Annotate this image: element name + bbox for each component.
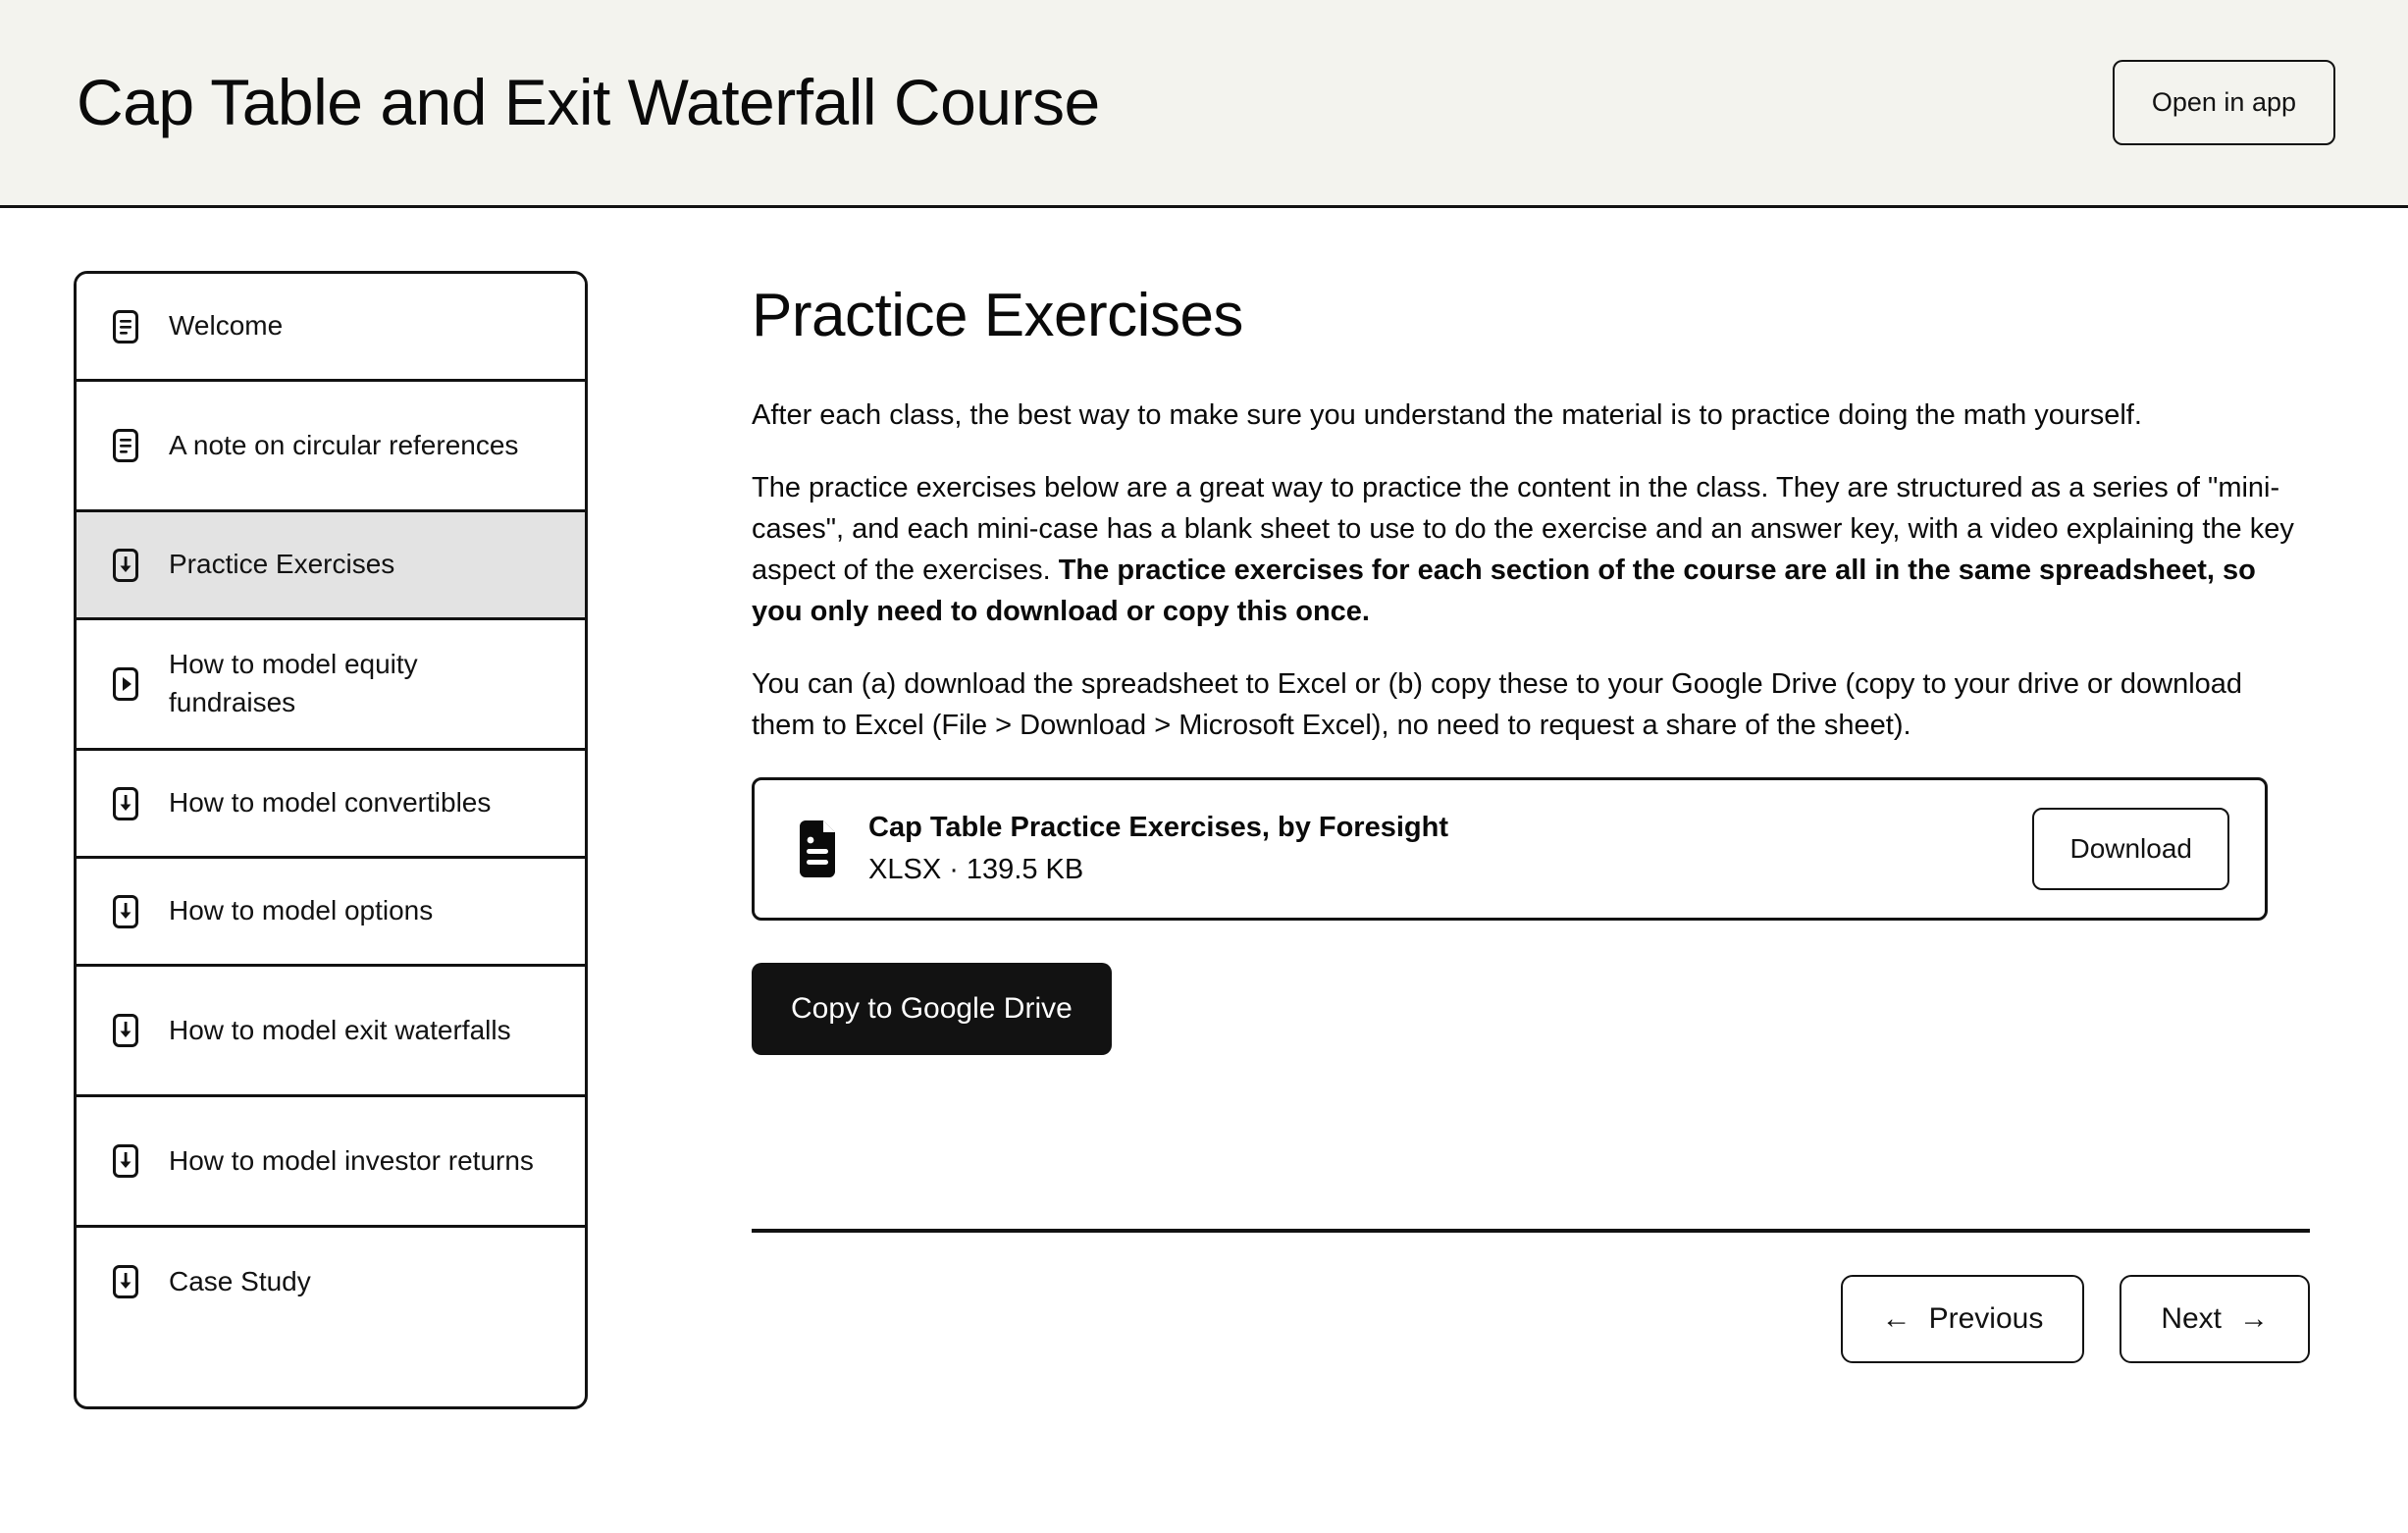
sidebar-item-label: How to model exit waterfalls — [169, 1014, 511, 1045]
file-download-card: Cap Table Practice Exercises, by Foresig… — [752, 777, 2268, 922]
instructions-paragraph: You can (a) download the spreadsheet to … — [752, 668, 2243, 742]
sidebar-item-label: Case Study — [169, 1265, 311, 1296]
download-icon — [110, 1012, 141, 1049]
sidebar-item-welcome[interactable]: Welcome — [77, 274, 585, 382]
sidebar-item-label: Welcome — [169, 310, 284, 342]
previous-button-label: Previous — [1928, 1302, 2044, 1336]
sidebar-item-how-to-model-investor-returns[interactable]: How to model investor returns — [77, 1097, 585, 1228]
pagination-controls: ← Previous Next → — [752, 1275, 2310, 1364]
previous-button[interactable]: ← Previous — [1840, 1275, 2085, 1364]
video-play-icon — [110, 665, 141, 703]
download-icon — [110, 1142, 141, 1180]
copy-to-google-drive-button[interactable]: Copy to Google Drive — [752, 963, 1112, 1056]
page-header-title: Cap Table and Exit Waterfall Course — [77, 65, 1100, 138]
sidebar-item-label: How to model convertibles — [169, 787, 492, 819]
open-in-app-button[interactable]: Open in app — [2112, 60, 2335, 145]
sidebar-item-a-note-on-circular-references[interactable]: A note on circular references — [77, 382, 585, 512]
app-header: Cap Table and Exit Waterfall Course Open… — [0, 0, 2408, 208]
sidebar-item-case-study[interactable]: Case Study — [77, 1228, 585, 1336]
file-info: Cap Table Practice Exercises, by Foresig… — [794, 809, 1448, 889]
sidebar-item-label: How to model options — [169, 895, 434, 926]
sidebar-item-practice-exercises[interactable]: Practice Exercises — [77, 512, 585, 620]
document-icon — [110, 308, 141, 345]
content-divider — [752, 1229, 2310, 1234]
file-document-icon — [794, 820, 841, 878]
page-body: Welcome A note on circular references Prac… — [0, 208, 2408, 1409]
arrow-right-icon: → — [2239, 1302, 2269, 1336]
sidebar-item-label: How to model investor returns — [169, 1144, 534, 1176]
sidebar-item-how-to-model-equity-fundraises[interactable]: How to model equity fundraises — [77, 620, 585, 751]
download-icon — [110, 1263, 141, 1300]
arrow-left-icon: ← — [1881, 1302, 1911, 1336]
download-icon — [110, 547, 141, 584]
document-icon — [110, 427, 141, 464]
sidebar-item-label: A note on circular references — [169, 429, 519, 460]
description-paragraph: The practice exercises below are a great… — [752, 467, 2310, 632]
file-text-block: Cap Table Practice Exercises, by Foresig… — [868, 809, 1448, 889]
next-button[interactable]: Next → — [2120, 1275, 2310, 1364]
download-button[interactable]: Download — [2032, 808, 2229, 891]
sidebar-item-how-to-model-options[interactable]: How to model options — [77, 859, 585, 967]
sidebar-item-label: Practice Exercises — [169, 549, 395, 580]
sidebar-item-label: How to model equity fundraises — [169, 649, 418, 717]
next-button-label: Next — [2161, 1302, 2222, 1336]
intro-paragraph: After each class, the best way to make s… — [752, 399, 2142, 432]
file-meta: XLSX · 139.5 KB — [868, 854, 1084, 886]
file-name: Cap Table Practice Exercises, by Foresig… — [868, 812, 1448, 844]
sidebar-item-how-to-model-exit-waterfalls[interactable]: How to model exit waterfalls — [77, 967, 585, 1097]
download-icon — [110, 785, 141, 822]
course-sidebar: Welcome A note on circular references Prac… — [74, 271, 588, 1409]
page-title: Practice Exercises — [752, 282, 1243, 349]
main-content: Practice Exercises After each class, the… — [588, 271, 2408, 1364]
sidebar-item-how-to-model-convertibles[interactable]: How to model convertibles — [77, 751, 585, 859]
download-icon — [110, 893, 141, 930]
